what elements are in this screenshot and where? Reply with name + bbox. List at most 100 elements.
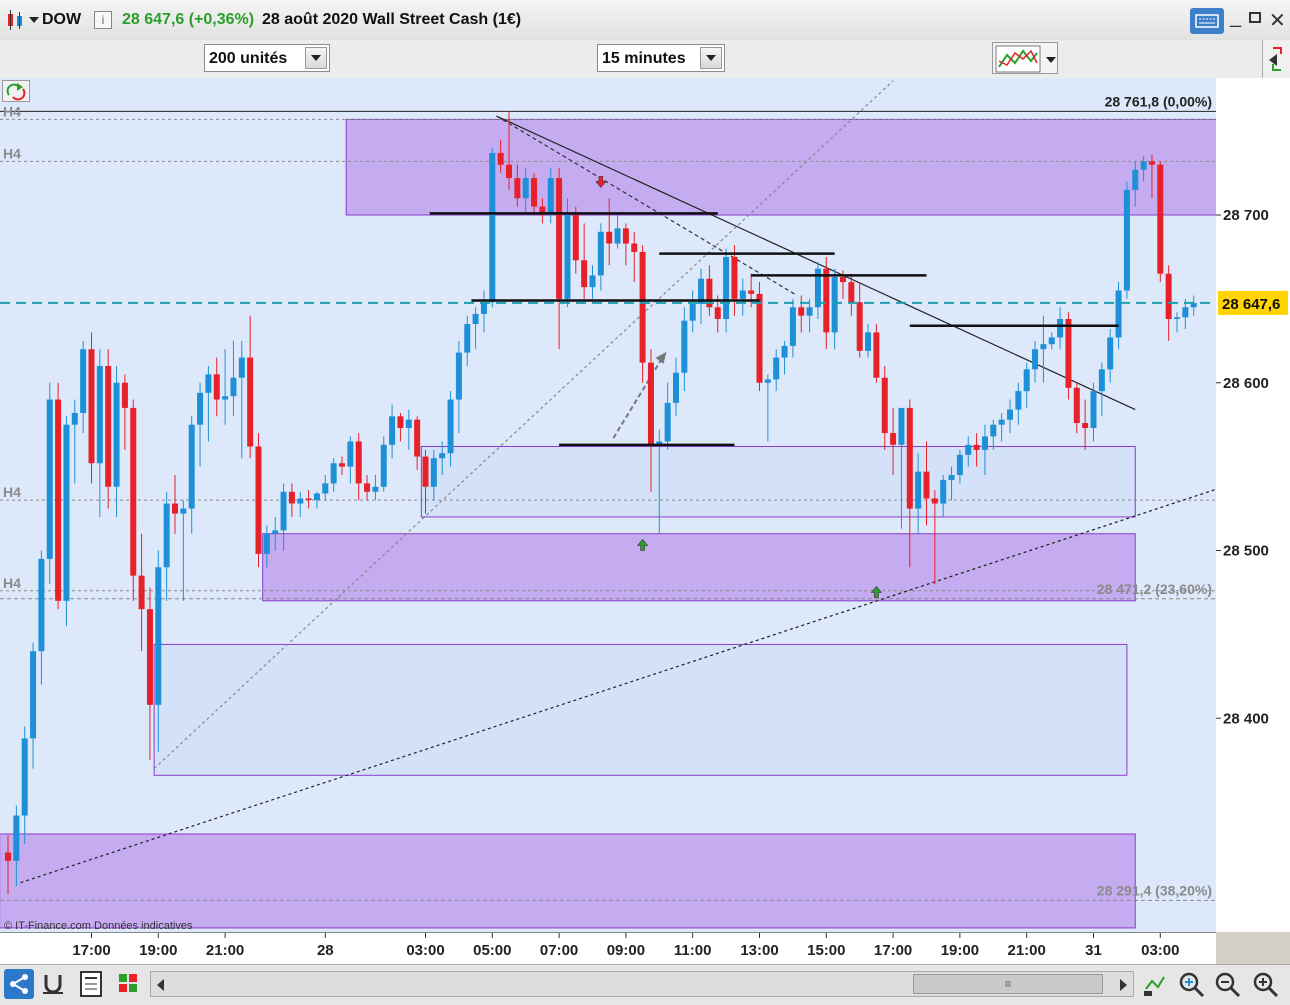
chart-plot-area[interactable]: 28 761,8 (0,00%) 28 471,2 (23,60%) 28 291,…	[0, 78, 1217, 932]
candle-body	[664, 402, 671, 442]
candle-body	[990, 424, 997, 437]
chevron-down-icon[interactable]	[305, 47, 327, 69]
chevron-down-icon[interactable]	[700, 47, 722, 69]
y-axis[interactable]: 28 700 28 600 28 500 28 400 28 647,6	[1216, 78, 1290, 932]
x-tick-label: 07:00	[540, 942, 578, 959]
candle-body	[263, 533, 270, 554]
x-tick-label: 19:00	[941, 942, 979, 959]
share-icon[interactable]	[4, 969, 34, 999]
candle-body	[222, 396, 229, 400]
candle-body	[581, 260, 588, 288]
price-chart[interactable]: 28 761,8 (0,00%) 28 471,2 (23,60%) 28 291,…	[0, 78, 1216, 932]
candle-body	[121, 382, 128, 408]
candle-body	[915, 471, 922, 509]
candle-body	[1032, 349, 1039, 370]
candle-body	[739, 290, 746, 299]
candle-body	[940, 480, 947, 504]
candle-body	[355, 441, 362, 484]
y-axis-labels: 28 700 28 600 28 500 28 400 28 647,6	[1216, 207, 1288, 727]
symbol-label[interactable]: DOW	[42, 11, 81, 29]
close-icon[interactable]: ✕	[1269, 8, 1286, 33]
chart-type-icon[interactable]	[114, 969, 144, 999]
candle-body	[906, 407, 913, 509]
candle-body	[480, 302, 487, 314]
candle-body	[13, 815, 20, 861]
chart-mode-button[interactable]	[2, 80, 30, 102]
collapse-panel-button[interactable]	[1262, 40, 1290, 78]
units-value: 200 unités	[209, 50, 288, 67]
zone-box	[420, 445, 1136, 518]
x-tick-label: 11:00	[674, 942, 712, 959]
auto-scale-icon[interactable]	[1140, 969, 1170, 999]
zone-box	[153, 643, 1128, 776]
candle-body	[380, 444, 387, 487]
candle-body	[522, 178, 529, 199]
candle-body	[63, 424, 70, 601]
candle-body	[622, 228, 629, 244]
timeframe-select[interactable]: 15 minutes	[597, 44, 725, 72]
candle-body	[965, 444, 972, 455]
candle-body	[372, 486, 379, 492]
candle-body	[848, 282, 855, 303]
candle-body	[280, 491, 287, 531]
minimize-icon[interactable]: _	[1230, 6, 1241, 29]
candle-body	[647, 362, 654, 445]
candle-body	[1090, 391, 1097, 429]
zoom-out-icon[interactable]	[1212, 969, 1242, 999]
candle-body	[764, 379, 771, 383]
zoom-fit-icon[interactable]	[1176, 969, 1206, 999]
candle-body	[313, 493, 320, 501]
candle-body	[773, 357, 780, 380]
candle-body	[130, 407, 137, 576]
candle-body	[489, 152, 496, 303]
indicators-button[interactable]	[992, 42, 1058, 74]
scroll-thumb[interactable]: ≡	[913, 974, 1103, 994]
candle-body	[172, 503, 178, 514]
units-select[interactable]: 200 unités	[204, 44, 330, 72]
refresh-icon	[6, 83, 26, 101]
candle-body	[840, 277, 846, 283]
candlestick-icon[interactable]	[6, 10, 28, 30]
candle-body	[364, 483, 371, 492]
candle-body	[731, 256, 738, 299]
scroll-left-icon[interactable]	[157, 979, 164, 991]
zone-box	[345, 118, 1216, 216]
maximize-icon[interactable]	[1249, 12, 1261, 23]
candle-body	[923, 471, 930, 499]
info-icon[interactable]: i	[94, 11, 112, 29]
candle-body	[305, 498, 312, 501]
candle-body	[948, 475, 955, 481]
arrows-icon	[1269, 47, 1282, 71]
candle-body	[21, 738, 28, 816]
candle-body	[405, 419, 412, 429]
candle-body	[272, 530, 279, 534]
magnet-icon[interactable]	[38, 969, 68, 999]
candle-body	[330, 463, 337, 484]
calculator-icon[interactable]	[76, 969, 106, 999]
candle-body	[288, 491, 295, 504]
candle-body	[472, 313, 479, 325]
candle-body	[748, 290, 755, 294]
candle-body	[188, 424, 195, 509]
candle-body	[46, 399, 53, 559]
candle-body	[631, 243, 638, 252]
candle-body	[589, 275, 596, 288]
trend-arrow-head	[655, 351, 667, 364]
candle-body	[1073, 387, 1080, 424]
candle-body	[38, 558, 45, 652]
candle-body	[898, 407, 905, 445]
scroll-right-icon[interactable]	[1120, 979, 1127, 991]
symbol-dropdown-arrow[interactable]	[29, 17, 39, 23]
candle-body	[1057, 319, 1064, 338]
x-tick-label: 19:00	[139, 942, 177, 959]
x-tick-label: 17:00	[874, 942, 912, 959]
candle-body	[55, 399, 62, 601]
keyboard-icon[interactable]	[1190, 8, 1224, 34]
zoom-in-icon[interactable]	[1250, 969, 1280, 999]
candle-body	[881, 377, 888, 434]
candle-body	[606, 231, 613, 244]
watermark: © IT-Finance.com Données indicatives	[4, 920, 193, 932]
candle-body	[614, 228, 621, 244]
x-axis[interactable]: 17:00 19:00 21:00 28 03:00 05:00 07:00 09:00 11:…	[0, 932, 1216, 965]
horizontal-scrollbar[interactable]: ≡	[150, 971, 1134, 997]
